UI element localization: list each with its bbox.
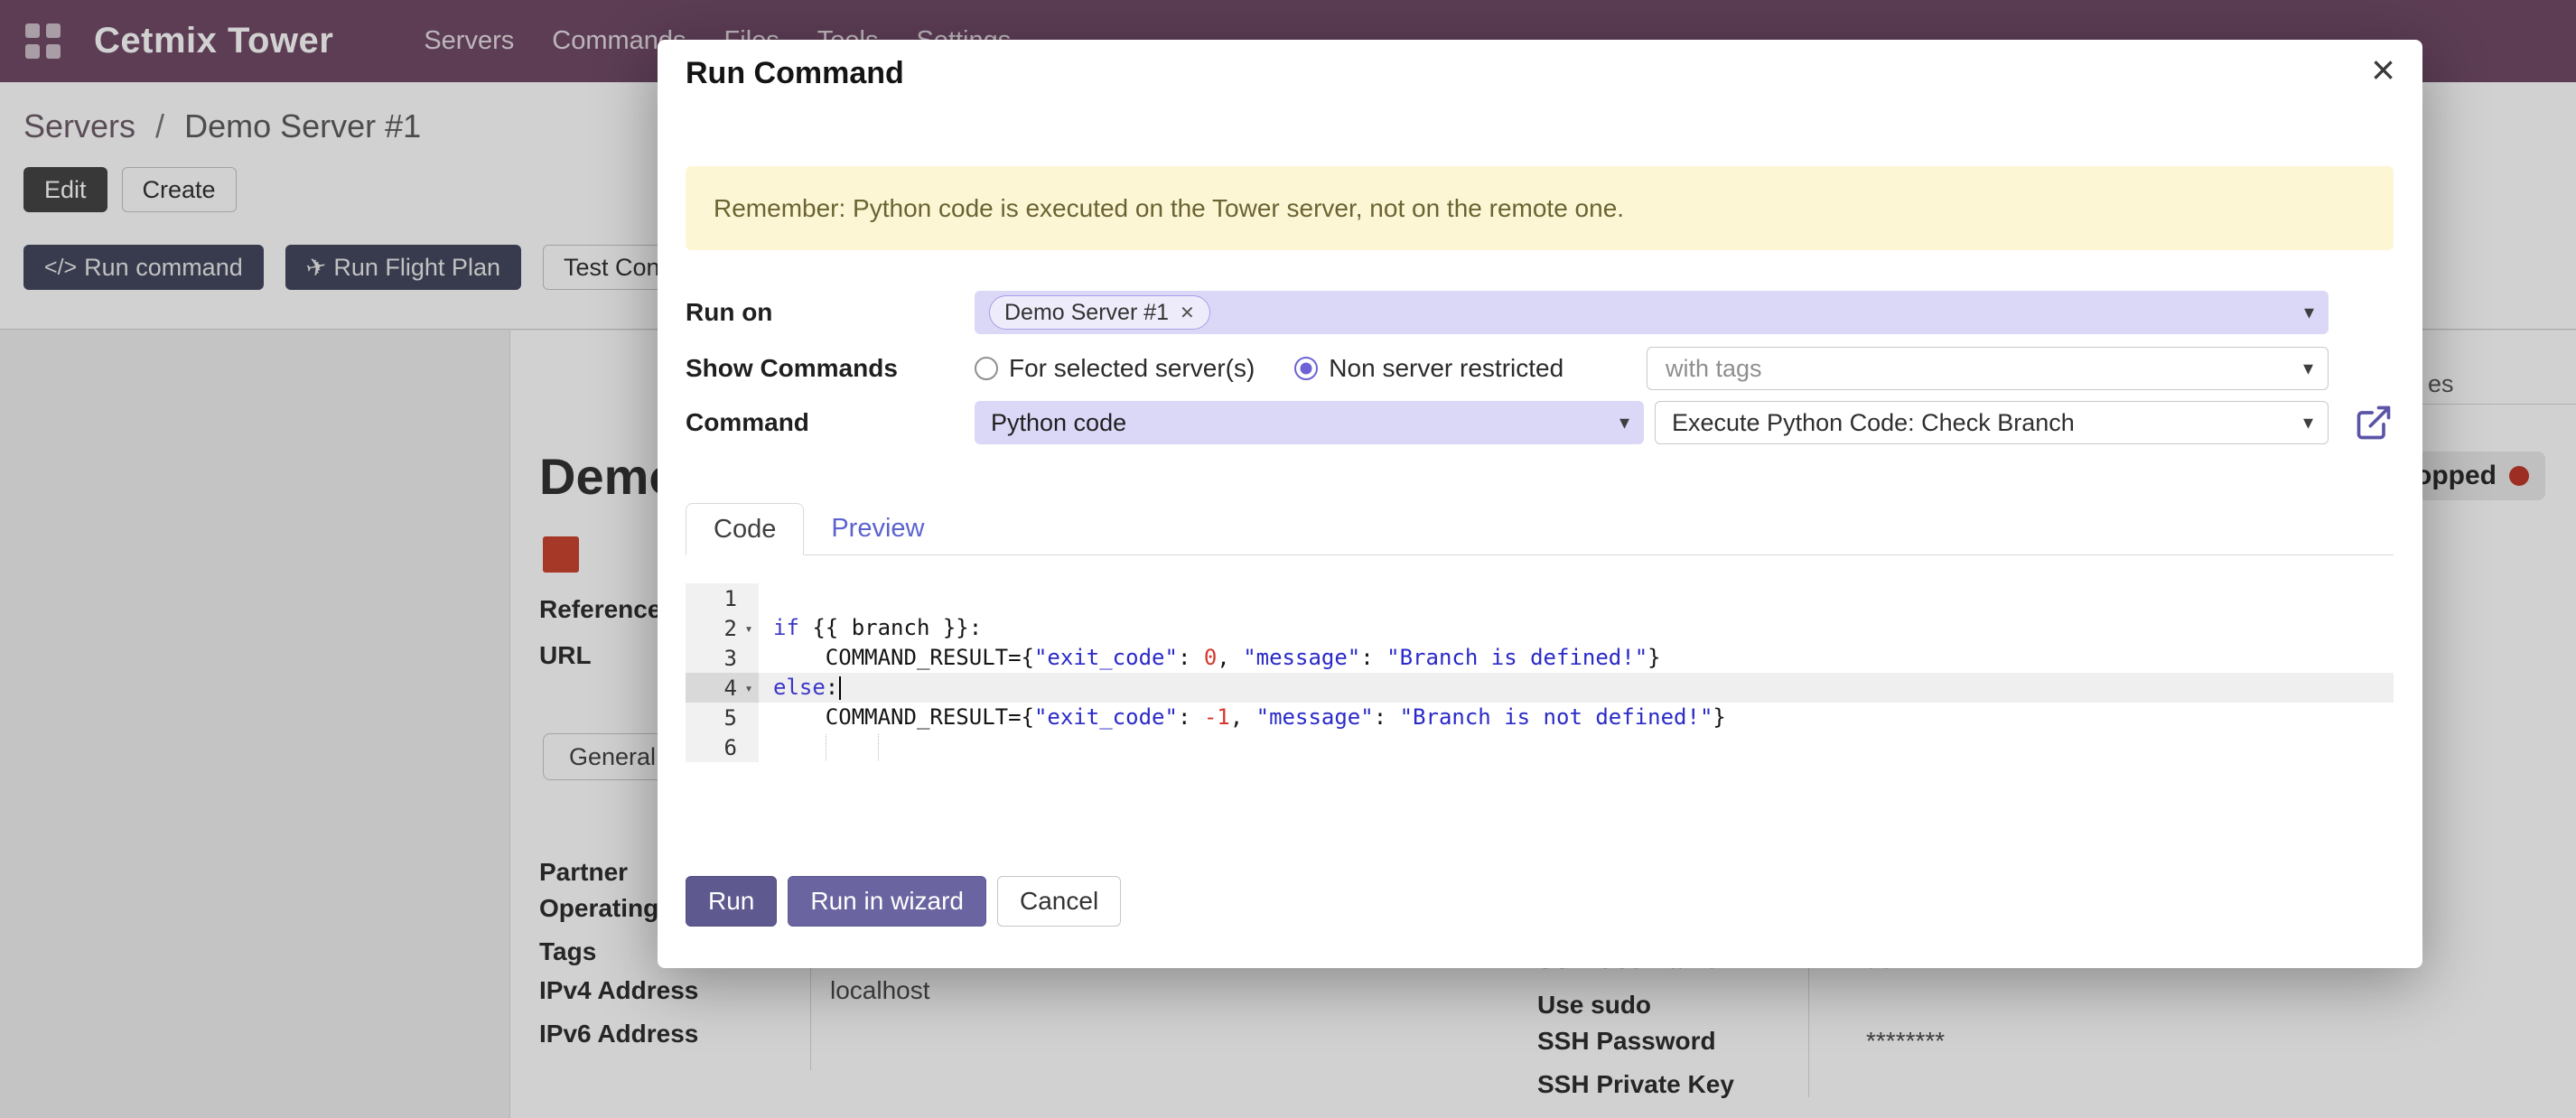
indent-guide (878, 734, 879, 760)
chevron-down-icon[interactable]: ▾ (1619, 411, 1629, 434)
code-line-6[interactable] (759, 732, 2394, 762)
tab-preview[interactable]: Preview (804, 502, 951, 554)
code-token: "Branch is defined!" (1386, 645, 1647, 670)
code-token: "message" (1256, 704, 1374, 730)
cancel-button[interactable]: Cancel (997, 876, 1121, 927)
code-token: -1 (1204, 704, 1230, 730)
gutter-line-number: 6 (686, 732, 759, 762)
radio-option-0[interactable]: For selected server(s) (975, 354, 1255, 383)
run-button[interactable]: Run (686, 876, 777, 927)
modal-footer: Run Run in wizard Cancel (686, 876, 1121, 927)
code-token: "Branch is not defined!" (1400, 704, 1713, 730)
code-token: : (1178, 645, 1204, 670)
editor-tabs: Code Preview (686, 503, 2394, 555)
editor-code-area[interactable]: if {{ branch }}: COMMAND_RESULT={"exit_c… (759, 583, 2394, 762)
code-editor[interactable]: 12▾34▾56 if {{ branch }}: COMMAND_RESULT… (686, 583, 2394, 762)
code-line-5[interactable]: COMMAND_RESULT={"exit_code": -1, "messag… (759, 703, 2394, 732)
editor-gutter: 12▾34▾56 (686, 583, 759, 762)
gutter-line-number: 4▾ (686, 673, 759, 703)
show-commands-label: Show Commands (686, 354, 898, 383)
gutter-line-number: 1 (686, 583, 759, 613)
screen: Cetmix Tower ServersCommandsFilesToolsSe… (0, 0, 2576, 1118)
code-token: "exit_code" (1034, 645, 1178, 670)
text-cursor (839, 676, 841, 700)
chevron-down-icon[interactable]: ▾ (2303, 411, 2313, 434)
fold-toggle-icon[interactable]: ▾ (739, 680, 759, 696)
code-token: if (773, 615, 799, 640)
run-on-field[interactable]: Demo Server #1 ✕ ▾ (975, 291, 2329, 334)
code-token: "exit_code" (1034, 704, 1178, 730)
code-line-3[interactable]: COMMAND_RESULT={"exit_code": 0, "message… (759, 643, 2394, 673)
command-select-value: Execute Python Code: Check Branch (1672, 409, 2075, 437)
server-tag-chip[interactable]: Demo Server #1 ✕ (989, 295, 1210, 330)
chevron-down-icon[interactable]: ▾ (2303, 357, 2313, 380)
code-token: 0 (1204, 645, 1217, 670)
modal-title: Run Command (686, 56, 904, 91)
code-line-1[interactable] (759, 583, 2394, 613)
fold-toggle-icon[interactable]: ▾ (739, 620, 759, 637)
with-tags-placeholder: with tags (1666, 355, 1762, 383)
code-token: {{ branch }}: (799, 615, 982, 640)
code-token: "message" (1243, 645, 1360, 670)
code-token: , (1217, 645, 1243, 670)
code-token: : (1360, 645, 1386, 670)
command-type-value: Python code (991, 409, 1126, 437)
command-type-select[interactable]: Python code ▾ (975, 401, 1644, 444)
radio-unselected-icon[interactable] (975, 357, 998, 380)
code-token: } (1647, 645, 1660, 670)
radio-option-label: For selected server(s) (1009, 354, 1255, 383)
run-command-modal: Run Command × Remember: Python code is e… (658, 40, 2422, 968)
code-token: , (1230, 704, 1256, 730)
gutter-line-number: 5 (686, 703, 759, 732)
code-token: COMMAND_RESULT={ (773, 645, 1034, 670)
code-token: : (1374, 704, 1400, 730)
code-token: : (826, 675, 838, 700)
code-token: else (773, 675, 826, 700)
radio-option-1[interactable]: Non server restricted (1294, 354, 1563, 383)
gutter-line-number: 2▾ (686, 613, 759, 643)
code-line-2[interactable]: if {{ branch }}: (759, 613, 2394, 643)
gutter-line-number: 3 (686, 643, 759, 673)
radio-option-label: Non server restricted (1329, 354, 1563, 383)
code-token: COMMAND_RESULT={ (773, 704, 1034, 730)
tab-code[interactable]: Code (686, 503, 804, 555)
code-token: } (1713, 704, 1725, 730)
external-link-icon[interactable] (2354, 403, 2394, 443)
code-token: : (1178, 704, 1204, 730)
code-line-4[interactable]: else: (759, 673, 2394, 703)
run-in-wizard-button[interactable]: Run in wizard (788, 876, 986, 927)
close-icon[interactable]: × (2371, 49, 2395, 90)
run-on-label: Run on (686, 298, 772, 327)
server-tag-label: Demo Server #1 (1004, 300, 1169, 326)
radio-selected-icon[interactable] (1294, 357, 1318, 380)
show-commands-radiogroup: For selected server(s) Non server restric… (975, 347, 1563, 390)
python-warning-alert: Remember: Python code is executed on the… (686, 166, 2394, 250)
command-label: Command (686, 408, 809, 437)
chevron-down-icon[interactable]: ▾ (2304, 301, 2314, 324)
remove-tag-icon[interactable]: ✕ (1180, 302, 1195, 324)
with-tags-select[interactable]: with tags ▾ (1647, 347, 2329, 390)
command-select[interactable]: Execute Python Code: Check Branch ▾ (1655, 401, 2329, 444)
